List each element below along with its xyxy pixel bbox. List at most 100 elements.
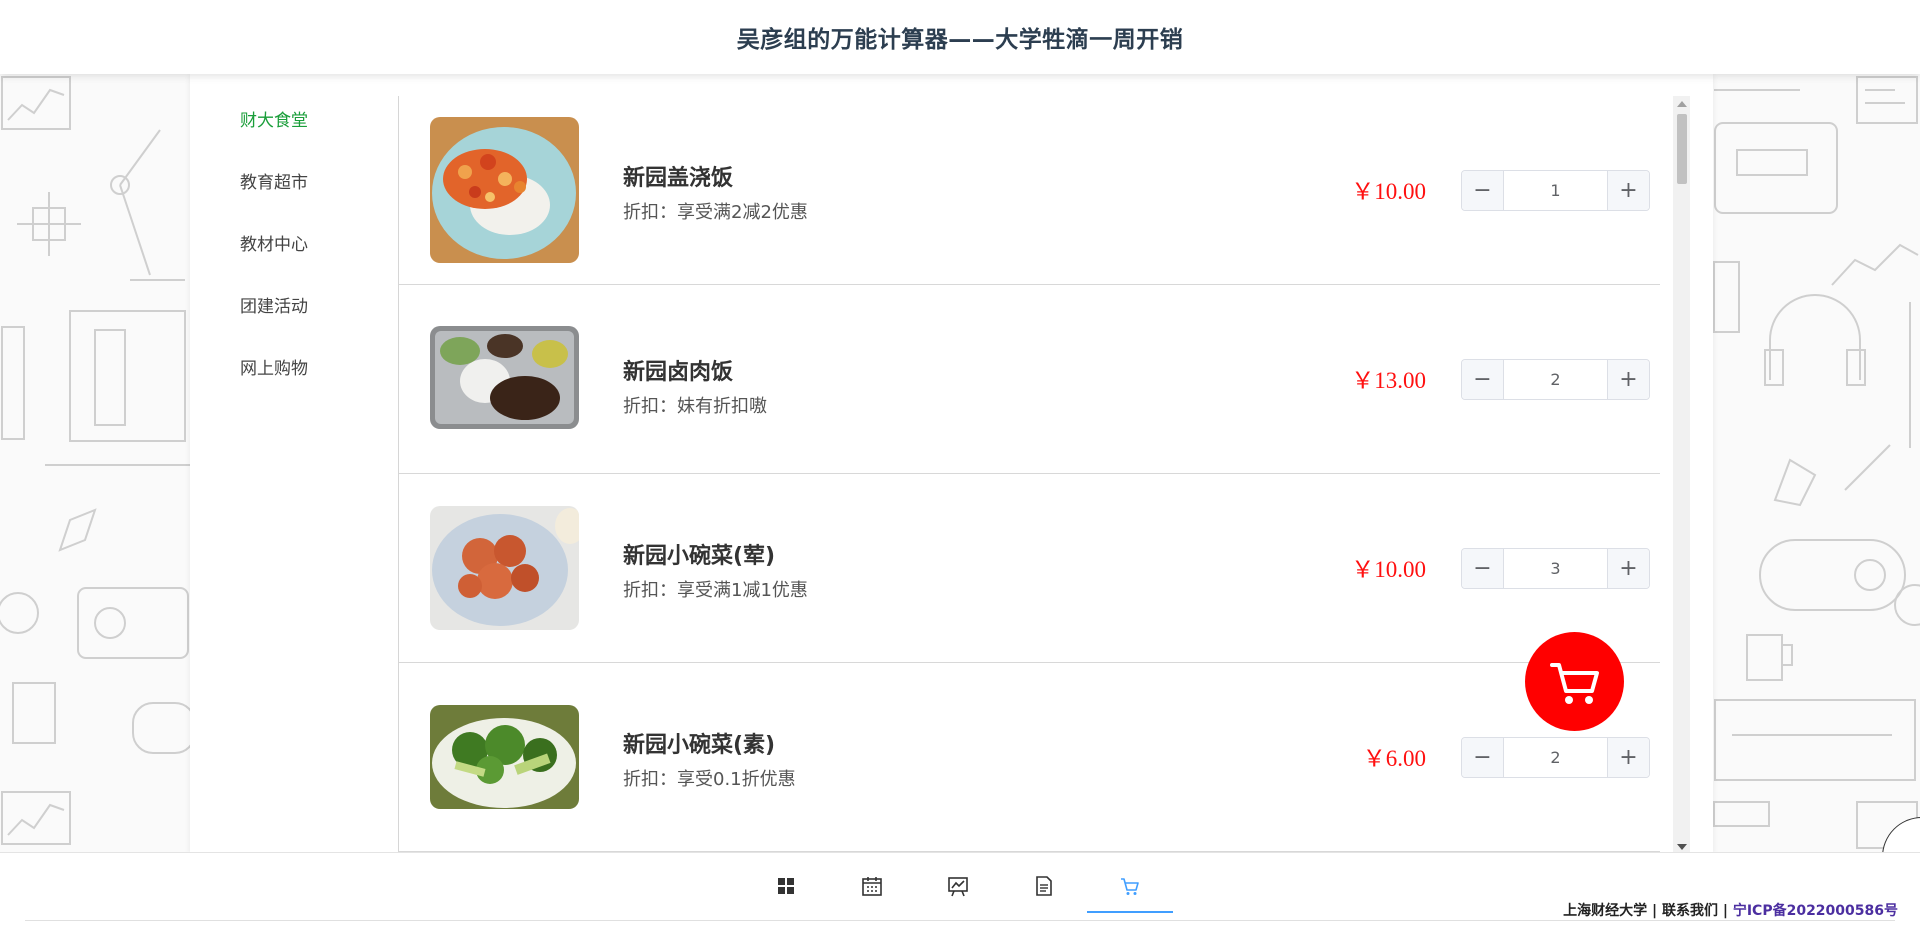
school-link[interactable]: 上海财经大学 [1563, 903, 1647, 919]
presentation-chart-icon [948, 877, 968, 897]
decrease-button[interactable]: − [1462, 360, 1504, 399]
product-image [430, 326, 579, 429]
trend-doodle-icon [1831, 243, 1919, 286]
page-title: 吴彦组的万能计算器——大学牲滴一周开销 [736, 27, 1184, 53]
product-name: 新园小碗菜(荤) [623, 544, 776, 569]
product-info: 新园卤肉饭 折扣：妹有折扣嗷 [623, 354, 767, 418]
braised-pork-rice-photo [430, 326, 579, 429]
category-menu: 财大食堂 教育超市 教材中心 团建活动 网上购物 [190, 96, 398, 406]
menu-item-canteen[interactable]: 财大食堂 [190, 96, 398, 158]
increase-button[interactable]: + [1607, 738, 1649, 777]
product-row: 新园卤肉饭 折扣：妹有折扣嗷 ￥13.00 − 2 + [399, 285, 1660, 474]
scroll-down-arrow-icon[interactable] [1677, 844, 1687, 850]
cassette-doodle-icon-2 [1714, 122, 1838, 214]
plus-doodle-icon [1894, 584, 1920, 626]
increase-button[interactable]: + [1607, 549, 1649, 588]
quantity-input[interactable]: 3 [1504, 549, 1607, 588]
main-panel: 财大食堂 教育超市 教材中心 团建活动 网上购物 新园盖浇饭 折扣：享受满2减2… [190, 74, 1713, 854]
page-header: 吴彦组的万能计算器——大学牲滴一周开销 [0, 0, 1920, 74]
page-footer: 上海财经大学 | 联系我们 | 宁ICP备2022000586号 [0, 852, 1920, 929]
menu-item-supermarket[interactable]: 教育超市 [190, 158, 398, 220]
product-image [430, 705, 579, 809]
contact-link[interactable]: 联系我们 [1662, 903, 1718, 919]
bottom-tab-bar [743, 853, 1173, 919]
product-discount: 折扣：享受0.1折优惠 [623, 769, 796, 790]
sharpener-doodle-icon [12, 682, 56, 744]
cart-icon [1549, 662, 1599, 704]
product-info: 新园小碗菜(荤) 折扣：享受满1减1优惠 [623, 538, 808, 602]
decrease-button[interactable]: − [1462, 738, 1504, 777]
cart-icon [1121, 878, 1139, 895]
book-doodle-icon [1, 326, 25, 440]
menu-item-online-shopping[interactable]: 网上购物 [190, 344, 398, 406]
product-row: 新园小碗菜(素) 折扣：享受0.1折优惠 ￥6.00 − 2 + [399, 663, 1660, 852]
footer-links: 上海财经大学 | 联系我们 | 宁ICP备2022000586号 [1563, 900, 1898, 920]
product-name: 新园卤肉饭 [623, 360, 734, 385]
product-discount: 折扣：妹有折扣嗷 [623, 396, 767, 417]
ruler-doodle-icon [1714, 89, 1800, 91]
menu-item-team-activity[interactable]: 团建活动 [190, 282, 398, 344]
product-row: 新园盖浇饭 折扣：享受满2减2优惠 ￥10.00 − 1 + [399, 96, 1660, 285]
product-name: 新园小碗菜(素) [623, 733, 776, 758]
scroll-up-arrow-icon[interactable] [1677, 101, 1687, 107]
rod-doodle-icon [1909, 302, 1911, 448]
grid-icon [778, 878, 794, 894]
separator: | [1647, 903, 1662, 919]
broccoli-dish-photo [430, 705, 579, 809]
dropper-doodle-icon [1844, 444, 1891, 491]
tablet-doodle-icon [45, 310, 190, 466]
product-price: ￥13.00 [1351, 368, 1426, 393]
separator: | [1717, 903, 1733, 919]
tab-document[interactable] [1001, 853, 1087, 919]
rice-with-topping-photo [430, 117, 579, 263]
quantity-stepper: − 2 + [1461, 737, 1650, 778]
list-scrollbar[interactable] [1673, 96, 1690, 854]
crop-doodle-icon [17, 192, 81, 256]
product-price: ￥10.00 [1351, 557, 1426, 582]
product-list: 新园盖浇饭 折扣：享受满2减2优惠 ￥10.00 − 1 + 新园卤肉饭 折扣：… [399, 96, 1660, 854]
dial-doodle-icon [0, 592, 39, 634]
lamp-doodle-icon [110, 129, 185, 281]
icp-link[interactable]: 宁ICP备2022000586号 [1733, 903, 1898, 919]
product-info: 新园小碗菜(素) 折扣：享受0.1折优惠 [623, 727, 796, 791]
product-discount: 折扣：享受满1减1优惠 [623, 580, 808, 601]
quantity-input[interactable]: 2 [1504, 360, 1607, 399]
product-info: 新园盖浇饭 折扣：享受满2减2优惠 [623, 160, 808, 224]
product-price: ￥10.00 [1351, 179, 1426, 204]
meat-dish-photo [430, 506, 579, 630]
product-image [430, 506, 579, 630]
code-doodle-icon [1856, 76, 1918, 124]
calendar-icon [862, 877, 882, 896]
tab-cart[interactable] [1087, 853, 1173, 919]
increase-button[interactable]: + [1607, 360, 1649, 399]
quantity-input[interactable]: 1 [1504, 171, 1607, 210]
tab-statistics[interactable] [915, 853, 1001, 919]
cassette-doodle-icon [77, 587, 189, 659]
menu-item-textbook-center[interactable]: 教材中心 [190, 220, 398, 282]
decrease-button[interactable]: − [1462, 549, 1504, 588]
box-doodle-icon [1713, 261, 1740, 333]
keyboard-doodle-icon [1714, 699, 1916, 781]
decrease-button[interactable]: − [1462, 171, 1504, 210]
product-image [430, 117, 579, 263]
quantity-input[interactable]: 2 [1504, 738, 1607, 777]
mug-doodle-icon [1746, 634, 1793, 681]
increase-button[interactable]: + [1607, 171, 1649, 210]
document-icon [1036, 876, 1052, 896]
chart-doodle-icon-2 [1, 791, 71, 845]
chart-doodle-icon [1, 76, 71, 130]
quantity-stepper: − 1 + [1461, 170, 1650, 211]
scrollbar-thumb[interactable] [1677, 114, 1687, 184]
tab-dashboard[interactable] [743, 853, 829, 919]
tab-calendar[interactable] [829, 853, 915, 919]
headphones-doodle-icon [1764, 294, 1866, 386]
product-price: ￥6.00 [1362, 746, 1426, 771]
ruler-doodle-icon-2 [1713, 801, 1770, 827]
pen-doodle-icon [58, 508, 97, 552]
product-discount: 折扣：享受满2减2优惠 [623, 202, 808, 223]
gamepad-doodle-icon [1759, 539, 1906, 611]
quantity-stepper: − 3 + [1461, 548, 1650, 589]
product-name: 新园盖浇饭 [623, 166, 734, 191]
cart-float-button[interactable] [1525, 632, 1624, 731]
footer-divider [25, 920, 1895, 921]
